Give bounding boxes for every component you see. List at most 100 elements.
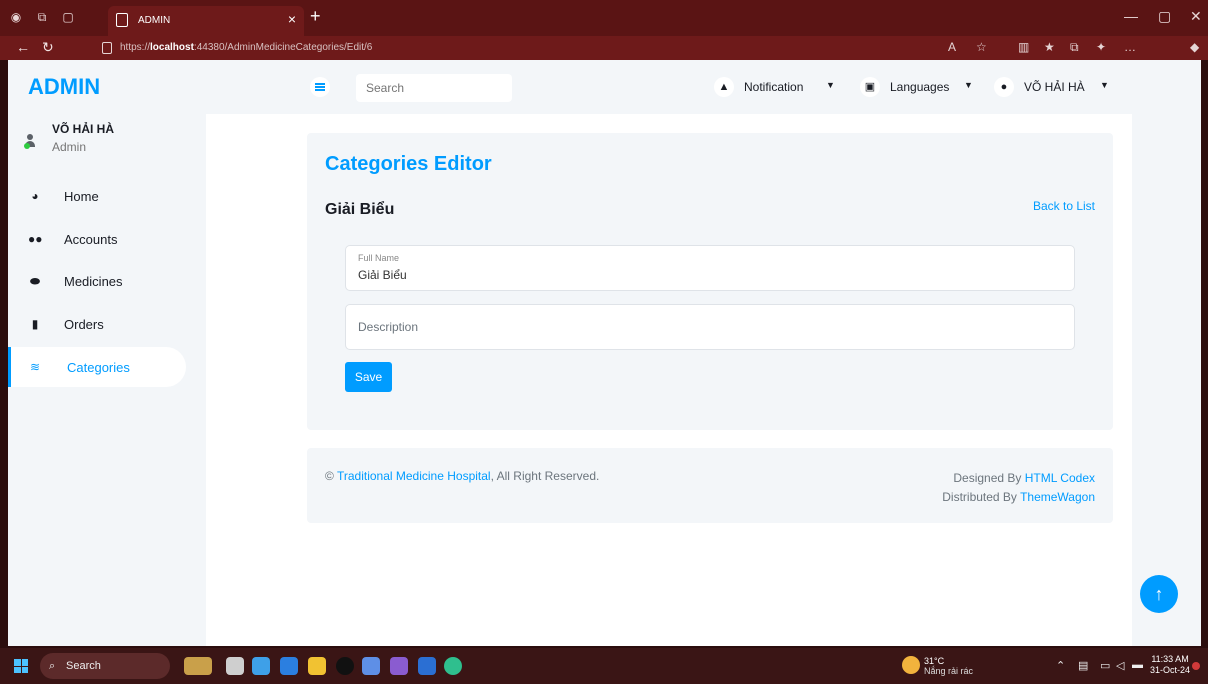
tachometer-icon: ◕ xyxy=(31,189,39,203)
clock-time: 11:33 AM xyxy=(1151,654,1189,664)
back-to-top-button[interactable]: ↑ xyxy=(1140,575,1178,613)
workspaces-icon[interactable]: ⧉ xyxy=(34,9,50,25)
minimize-icon[interactable]: — xyxy=(1124,8,1138,24)
windows-start-icon[interactable] xyxy=(14,659,28,673)
distributor-link[interactable]: ThemeWagon xyxy=(1020,490,1095,504)
tab-actions-icon[interactable]: ▢ xyxy=(60,9,76,25)
category-name-heading: Giải Biểu xyxy=(325,201,395,218)
bell-icon: ▲ xyxy=(714,77,734,97)
weather-sun-icon xyxy=(902,656,920,674)
site-link[interactable]: Traditional Medicine Hospital xyxy=(337,469,491,483)
profile-icon[interactable]: ◉ xyxy=(8,9,24,25)
rights-text: , All Right Reserved. xyxy=(490,469,600,483)
extensions-icon[interactable]: ✦ xyxy=(1096,40,1106,54)
user-dropdown[interactable]: ● VÕ HẢI HÀ ▼ xyxy=(994,77,1114,97)
close-window-icon[interactable]: ✕ xyxy=(1190,8,1202,25)
refresh-icon[interactable]: ↻ xyxy=(42,39,54,56)
url-path: :44380/AdminMedicineCategories/Edit/6 xyxy=(193,42,373,53)
file-explorer-icon[interactable] xyxy=(308,657,326,675)
notification-label: Notification xyxy=(744,80,804,94)
designer-link[interactable]: HTML Codex xyxy=(1025,471,1095,485)
sidebar-item-categories[interactable]: ≋ Categories xyxy=(8,347,186,387)
browser-titlebar: ◉ ⧉ ▢ ADMIN × + — ▢ ✕ xyxy=(0,0,1208,36)
restore-icon[interactable]: ▢ xyxy=(1158,8,1171,25)
languages-label: Languages xyxy=(890,80,950,94)
description-field[interactable]: Description xyxy=(345,304,1075,350)
chevron-down-icon: ▼ xyxy=(1100,80,1109,90)
sidebar: ADMIN VÕ HẢI HÀ Admin ◕ Home ●● Accounts… xyxy=(8,60,206,646)
widgets-icon[interactable] xyxy=(184,657,212,675)
user-dropdown-label: VÕ HẢI HÀ xyxy=(1024,80,1085,94)
url-prefix: https:// xyxy=(120,42,151,53)
tray-app-icon[interactable]: ▤ xyxy=(1078,659,1088,672)
taskbar-clock[interactable]: 11:33 AM 31-Oct-24 xyxy=(1150,654,1190,676)
full-name-field[interactable]: Full Name Giải Biểu xyxy=(345,245,1075,291)
description-placeholder: Description xyxy=(358,320,419,334)
url-host: localhost xyxy=(150,42,194,53)
back-icon[interactable]: ← xyxy=(16,39,30,55)
collections-icon[interactable]: ⧉ xyxy=(1070,40,1079,55)
favorite-icon[interactable]: ☆ xyxy=(976,40,987,54)
visual-studio-icon[interactable] xyxy=(390,657,408,675)
task-view-icon[interactable] xyxy=(226,657,244,675)
sidebar-user-name: VÕ HẢI HÀ xyxy=(52,122,115,136)
footer: © Traditional Medicine Hospital, All Rig… xyxy=(307,448,1113,523)
sidebar-item-label: Medicines xyxy=(64,274,123,289)
address-bar[interactable]: https://localhost:44380/AdminMedicineCat… xyxy=(96,38,966,58)
sidebar-item-label: Home xyxy=(64,189,99,204)
main-content: ▲ Notification ▼ ▣ Languages ▼ ● VÕ HẢI … xyxy=(206,60,1132,646)
sidebar-item-home[interactable]: ◕ Home xyxy=(8,176,186,216)
taskbar-search[interactable]: ⌕ Search xyxy=(40,653,170,679)
notification-badge-icon[interactable] xyxy=(1192,662,1200,670)
tab-close-icon[interactable]: × xyxy=(288,11,296,27)
edge-icon[interactable] xyxy=(444,657,462,675)
categories-editor: Categories Editor Giải Biểu Back to List… xyxy=(307,133,1113,430)
sidebar-item-orders[interactable]: ▮ Orders xyxy=(8,304,186,344)
language-icon: ▣ xyxy=(860,77,880,97)
back-to-list-link[interactable]: Back to List xyxy=(1033,199,1095,213)
sidebar-item-medicines[interactable]: ⬬ Medicines xyxy=(8,261,186,301)
languages-dropdown[interactable]: ▣ Languages ▼ xyxy=(860,77,976,97)
volume-icon[interactable]: ◁ xyxy=(1116,659,1124,672)
browser-tab[interactable]: ADMIN × xyxy=(108,6,304,36)
sidebar-item-accounts[interactable]: ●● Accounts xyxy=(8,219,186,259)
sidebar-user-role: Admin xyxy=(52,140,87,154)
full-name-label: Full Name xyxy=(358,253,400,263)
distributed-by-text: Distributed By xyxy=(942,490,1017,504)
sidebar-item-label: Orders xyxy=(64,317,104,332)
brand-logo[interactable]: ADMIN xyxy=(28,74,100,100)
tab-title: ADMIN xyxy=(138,15,171,26)
taskbar-search-label: Search xyxy=(66,660,101,672)
battery-icon[interactable]: ▬ xyxy=(1132,659,1143,671)
file-icon: ▮ xyxy=(31,317,39,331)
discord-icon[interactable] xyxy=(362,657,380,675)
todo-icon[interactable] xyxy=(280,657,298,675)
tiktok-icon[interactable] xyxy=(336,657,354,675)
word-icon[interactable] xyxy=(418,657,436,675)
layers-icon: ≋ xyxy=(29,360,41,374)
new-tab-button[interactable]: + xyxy=(310,6,321,27)
weather-temperature: 31°C xyxy=(924,656,945,666)
more-icon[interactable]: … xyxy=(1124,40,1136,54)
copilot-icon[interactable]: ◆ xyxy=(1190,40,1199,54)
taskbar: ⌕ Search 31°C Nắng rải rác ⌃ ▤ ▭ ◁ ▬ 11:… xyxy=(0,648,1208,684)
footer-copyright: © Traditional Medicine Hospital, All Rig… xyxy=(325,469,599,483)
read-aloud-icon[interactable]: A xyxy=(948,40,956,54)
sidebar-toggle-button[interactable] xyxy=(310,77,330,97)
weather-widget[interactable]: 31°C Nắng rải rác xyxy=(902,654,973,678)
notification-dropdown[interactable]: ▲ Notification ▼ xyxy=(714,77,840,97)
favorites-icon[interactable]: ★ xyxy=(1044,40,1055,54)
chevron-down-icon: ▼ xyxy=(964,80,973,90)
designed-by-text: Designed By xyxy=(953,471,1022,485)
page-title: Categories Editor xyxy=(325,153,492,175)
sidebar-item-label: Categories xyxy=(67,360,130,375)
split-screen-icon[interactable]: ▥ xyxy=(1018,40,1029,54)
copilot-app-icon[interactable] xyxy=(252,657,270,675)
clock-date: 31-Oct-24 xyxy=(1150,665,1191,675)
network-icon[interactable]: ▭ xyxy=(1100,659,1110,672)
search-input[interactable] xyxy=(356,74,512,102)
right-margin xyxy=(1132,60,1201,646)
tray-chevron-icon[interactable]: ⌃ xyxy=(1056,659,1065,672)
user-avatar-icon xyxy=(24,134,36,150)
save-button[interactable]: Save xyxy=(345,362,392,392)
